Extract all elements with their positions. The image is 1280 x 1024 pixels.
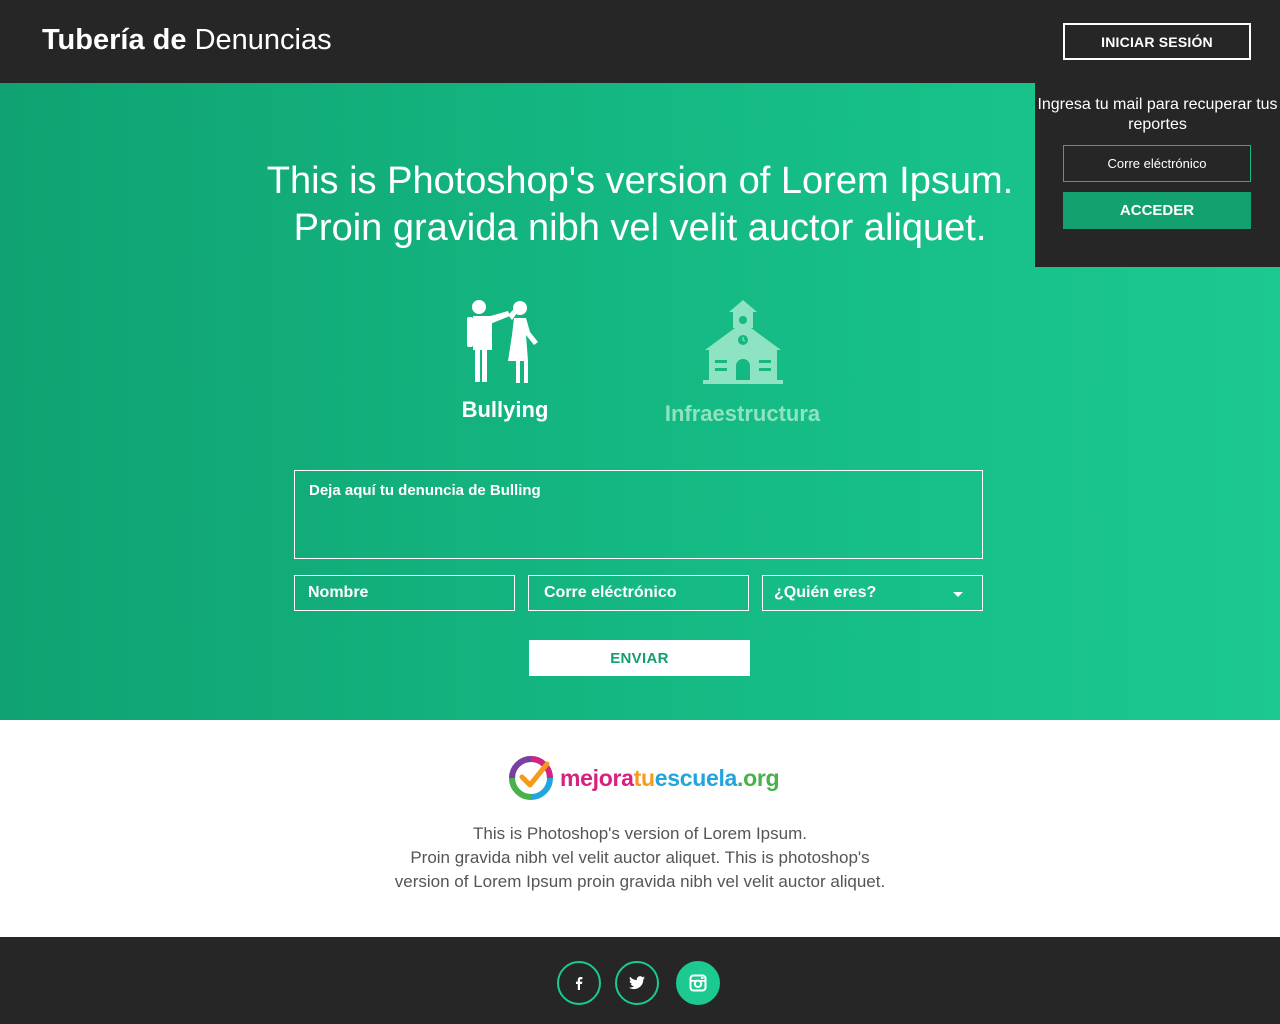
logo-part-2: tu: [633, 764, 655, 791]
bullying-icon: [467, 300, 538, 383]
logo-part-4: .org: [737, 764, 780, 791]
footer: [0, 937, 1280, 1024]
category-label: Infraestructura: [664, 401, 821, 426]
school-icon: [702, 300, 783, 384]
about-section: mejoratuescuela.org This is Photoshop's …: [0, 720, 1280, 937]
hero-headline-line-2: Proin gravida nibh vel velit auctor aliq…: [293, 207, 987, 249]
brand-title[interactable]: Tubería de Denuncias: [42, 24, 332, 57]
access-button[interactable]: ACCEDER: [1063, 192, 1251, 229]
instagram-link[interactable]: [676, 961, 720, 1005]
hero-headline: This is Photoshop's version of Lorem Ips…: [200, 158, 1080, 252]
login-button[interactable]: INICIAR SESIÓN: [1063, 23, 1251, 60]
role-select-label: ¿Quién eres?: [774, 584, 877, 601]
facebook-icon: [576, 977, 583, 990]
login-email-input[interactable]: Corre eléctrónico: [1063, 145, 1251, 182]
mejoratuescuela-logo[interactable]: mejoratuescuela.org: [507, 754, 780, 802]
checkmark-ring-icon: [509, 756, 553, 800]
logo-part-3: escuela: [654, 764, 738, 791]
role-select[interactable]: ¿Quién eres?: [762, 575, 983, 611]
logo-part-1: mejora: [560, 764, 634, 791]
chevron-down-icon: [953, 592, 963, 597]
report-textarea[interactable]: Deja aquí tu denuncia de Bulling: [294, 470, 983, 559]
about-description: This is Photoshop's version of Lorem Ips…: [340, 822, 940, 894]
name-field[interactable]: Nombre: [294, 575, 515, 611]
instagram-icon: [689, 974, 707, 992]
top-header: Tubería de Denuncias INICIAR SESIÓN: [0, 0, 1280, 83]
twitter-link[interactable]: [615, 961, 659, 1005]
facebook-link[interactable]: [557, 961, 601, 1005]
brand-title-light: Denuncias: [194, 24, 332, 56]
about-line-1: This is Photoshop's version of Lorem Ips…: [473, 824, 807, 843]
about-line-2: Proin gravida nibh vel velit auctor aliq…: [410, 848, 870, 867]
email-field[interactable]: Corre eléctrónico: [528, 575, 749, 611]
hero-headline-line-1: This is Photoshop's version of Lorem Ips…: [266, 160, 1014, 202]
logo-wordmark: mejoratuescuela.org: [560, 764, 780, 792]
category-label: Bullying: [461, 397, 549, 422]
twitter-icon: [629, 976, 645, 990]
about-line-3: version of Lorem Ipsum proin gravida nib…: [394, 872, 886, 891]
send-button[interactable]: ENVIAR: [529, 640, 750, 676]
login-panel-prompt: Ingresa tu mail para recuperar tus repor…: [1037, 96, 1278, 133]
brand-title-bold: Tubería de: [42, 24, 187, 56]
category-infraestructura[interactable]: Infraestructura: [640, 298, 845, 427]
login-panel: Ingresa tu mail para recuperar tus repor…: [1035, 83, 1280, 267]
category-bullying[interactable]: Bullying: [440, 298, 570, 423]
